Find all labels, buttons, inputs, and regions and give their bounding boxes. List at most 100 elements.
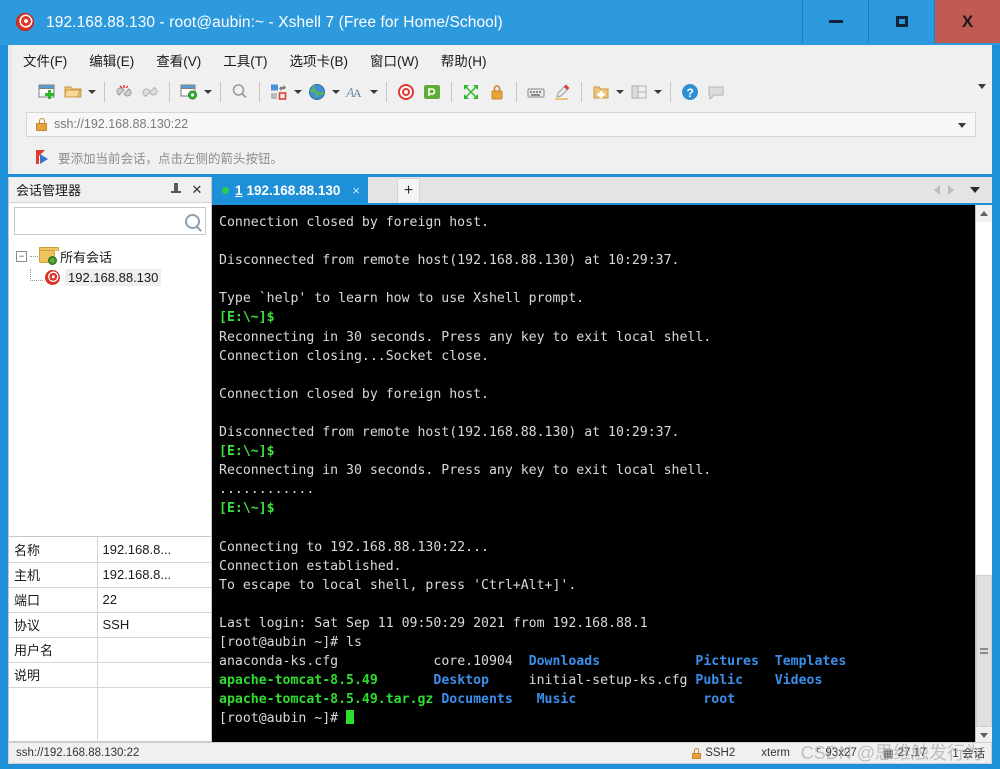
session-properties-dropdown[interactable] — [202, 79, 214, 105]
keyboard-button[interactable] — [523, 78, 549, 106]
terminal-line: Reconnecting in 30 seconds. Press any ke… — [219, 461, 957, 480]
comment-button[interactable] — [703, 78, 729, 106]
menu-window[interactable]: 窗口(W) — [359, 47, 430, 73]
font-button[interactable]: A A — [342, 78, 380, 106]
terminal-text: Downloads — [529, 654, 696, 669]
font-dropdown[interactable] — [368, 79, 380, 105]
comment-icon — [703, 79, 729, 105]
status-size-label: 93x27 — [825, 747, 856, 759]
tab-navigation — [930, 177, 984, 203]
terminal-output[interactable]: Connection closed by foreign host. Disco… — [212, 205, 957, 742]
terminal-text: Type `help' to learn how to use Xshell p… — [219, 291, 584, 306]
window-controls: X — [802, 0, 1000, 45]
open-session-button[interactable] — [60, 78, 98, 106]
property-value-protocol: SSH — [97, 612, 211, 637]
property-empty-value — [97, 687, 211, 742]
tab-session-1[interactable]: 1 192.168.88.130 × — [212, 177, 368, 203]
layout-dropdown[interactable] — [652, 79, 664, 105]
terminal-line: Last login: Sat Sep 11 09:50:29 2021 fro… — [219, 614, 957, 633]
find-button[interactable] — [227, 78, 253, 106]
xftp-button[interactable] — [419, 78, 445, 106]
open-session-dropdown[interactable] — [86, 79, 98, 105]
layout-button[interactable] — [626, 78, 664, 106]
lock-button[interactable] — [484, 78, 510, 106]
terminal-text: Last login: Sat Sep 11 09:50:29 2021 fro… — [219, 616, 648, 631]
menu-edit[interactable]: 编辑(E) — [78, 47, 145, 73]
toolbar: A A — [8, 75, 992, 108]
transfer-file-button[interactable] — [266, 78, 304, 106]
globe-dropdown[interactable] — [330, 79, 342, 105]
property-key-port: 端口 — [9, 587, 97, 612]
table-row: 用户名 — [9, 637, 211, 662]
fullscreen-button[interactable] — [458, 78, 484, 106]
property-empty-key — [9, 687, 97, 742]
table-row: 协议 SSH — [9, 612, 211, 637]
property-key-username: 用户名 — [9, 637, 97, 662]
highlight-pen-button[interactable] — [549, 78, 575, 106]
add-folder-icon — [588, 79, 614, 105]
terminal-text: [E:\~]$ — [219, 310, 275, 325]
globe-button[interactable] — [304, 78, 342, 106]
menu-file[interactable]: 文件(F) — [12, 47, 78, 73]
scrollbar-thumb[interactable] — [976, 575, 992, 727]
address-dropdown-icon[interactable] — [958, 123, 966, 128]
pin-icon[interactable] — [168, 182, 184, 198]
terminal-text: Connecting to 192.168.88.130:22... — [219, 540, 489, 555]
add-folder-dropdown[interactable] — [614, 79, 626, 105]
property-value-name: 192.168.8... — [97, 537, 211, 562]
menu-tabs[interactable]: 选项卡(B) — [279, 47, 360, 73]
terminal-text: To escape to local shell, press 'Ctrl+Al… — [219, 578, 576, 593]
toolbar-separator — [451, 82, 452, 102]
property-value-description — [97, 662, 211, 687]
close-icon[interactable]: ✕ — [188, 182, 206, 198]
tab-close-icon[interactable]: × — [352, 183, 360, 198]
terminal-text: anaconda-ks.cfg — [219, 654, 433, 669]
minimize-button[interactable] — [802, 0, 868, 43]
terminal-scrollbar[interactable] — [975, 205, 992, 744]
terminal-text: Reconnecting in 30 seconds. Press any ke… — [219, 463, 711, 478]
session-search-input[interactable] — [14, 207, 206, 235]
property-value-port: 22 — [97, 587, 211, 612]
new-session-button[interactable] — [34, 78, 60, 106]
toolbar-separator — [104, 82, 105, 102]
add-folder-button[interactable] — [588, 78, 626, 106]
help-button[interactable]: ? — [677, 78, 703, 106]
session-properties-icon — [176, 79, 202, 105]
tree-collapse-icon[interactable]: − — [16, 251, 27, 262]
terminal-text: Templates — [775, 654, 846, 669]
session-item-label: 192.168.88.130 — [65, 269, 161, 286]
maximize-button[interactable] — [868, 0, 934, 43]
terminal-line: [E:\~]$ — [219, 499, 957, 518]
scroll-up-button[interactable] — [976, 205, 992, 222]
menu-tools[interactable]: 工具(T) — [212, 47, 278, 73]
property-key-description: 说明 — [9, 662, 97, 687]
terminal-line — [219, 519, 957, 538]
session-tree-root[interactable]: − 所有会话 — [16, 246, 211, 266]
tab-list-dropdown-icon[interactable] — [970, 187, 980, 193]
address-value: ssh://192.168.88.130:22 — [54, 117, 188, 131]
close-button[interactable]: X — [934, 0, 1000, 43]
address-input[interactable]: ssh://192.168.88.130:22 — [26, 112, 976, 137]
session-properties-button[interactable] — [176, 78, 214, 106]
xshell-icon — [16, 13, 36, 33]
session-tree-item[interactable]: 192.168.88.130 — [30, 266, 211, 288]
property-key-host: 主机 — [9, 562, 97, 587]
terminal-line: Connection closed by foreign host. — [219, 385, 957, 404]
terminal-text: Videos — [775, 673, 823, 688]
new-tab-button[interactable]: + — [397, 178, 420, 202]
tab-scroll-left-icon[interactable] — [934, 185, 940, 195]
terminal-line — [219, 270, 957, 289]
menu-view[interactable]: 查看(V) — [145, 47, 212, 73]
menu-help[interactable]: 帮助(H) — [430, 47, 498, 73]
link-button[interactable] — [137, 78, 163, 106]
tab-scroll-right-icon[interactable] — [948, 185, 954, 195]
tree-dots — [30, 256, 38, 257]
transfer-file-dropdown[interactable] — [292, 79, 304, 105]
keyboard-icon — [523, 79, 549, 105]
toolbar-overflow-icon[interactable] — [978, 84, 986, 89]
terminal-text: Music — [537, 692, 704, 707]
grip-icon — [980, 648, 988, 655]
xshell-button[interactable] — [393, 78, 419, 106]
search-icon — [185, 214, 200, 229]
disconnect-button[interactable] — [111, 78, 137, 106]
